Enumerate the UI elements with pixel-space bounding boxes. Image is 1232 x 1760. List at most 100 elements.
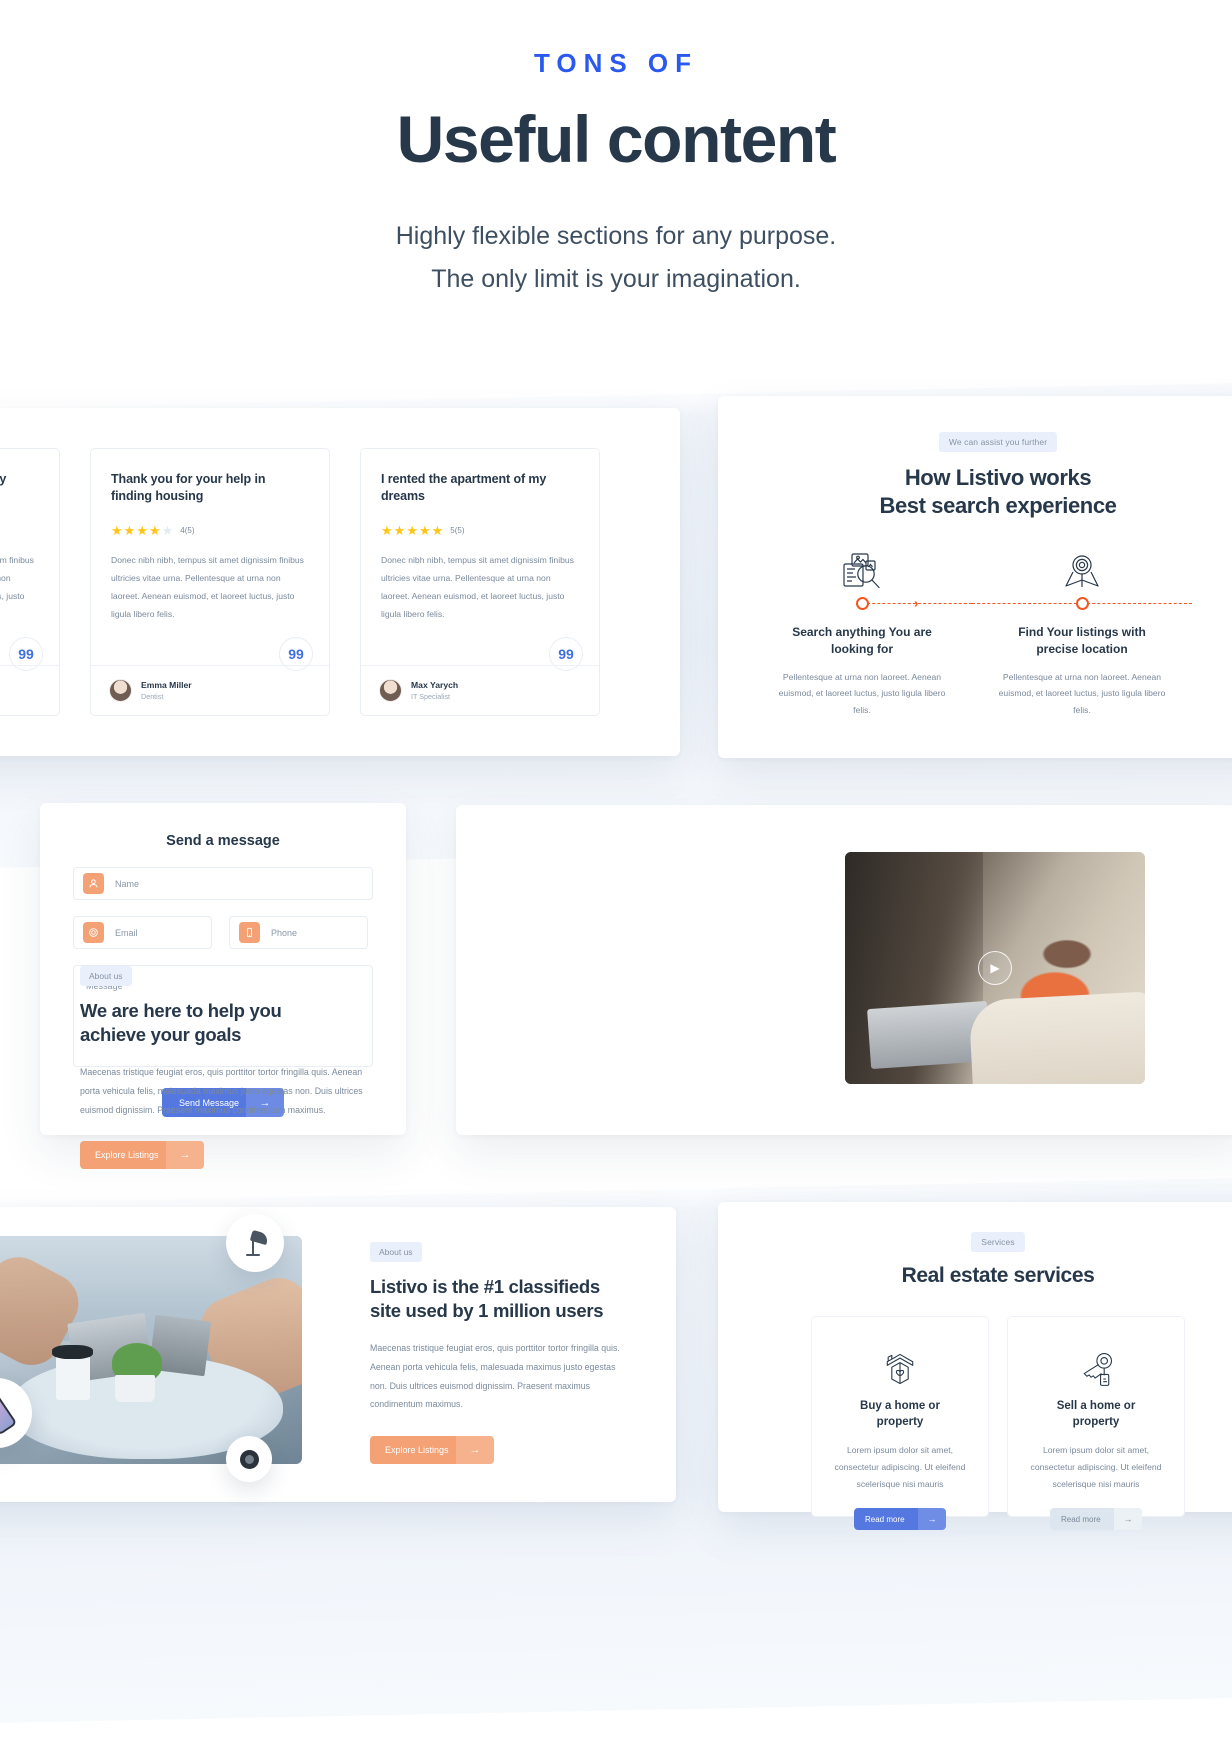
- bottom-left-heading-line-2: site used by 1 million users: [370, 1299, 604, 1321]
- photo-plant-pot: [114, 1375, 156, 1403]
- office-photo-collage: [0, 1214, 302, 1482]
- author-role: IT Specialist: [411, 692, 451, 701]
- how-it-works-title-line-2: Best search experience: [879, 493, 1117, 519]
- star-icon: ★: [111, 522, 123, 538]
- keys-icon: [1022, 1347, 1170, 1391]
- read-more-button[interactable]: Read more →: [1050, 1508, 1142, 1531]
- services-chip: Services: [971, 1232, 1025, 1252]
- how-it-works-panel: We can assist you further How Listivo wo…: [718, 396, 1232, 758]
- service-text: Lorem ipsum dolor sit amet, consectetur …: [1030, 1445, 1162, 1489]
- lamp-icon: [242, 1229, 270, 1256]
- step-title-line-2: looking for: [831, 641, 893, 656]
- arrow-right-icon: →: [918, 1508, 946, 1531]
- testimonial-body: Donec nibh nibh, tempus sit amet digniss…: [0, 554, 34, 601]
- play-icon[interactable]: ▶: [978, 951, 1012, 985]
- explore-listings-button[interactable]: Explore Listings →: [80, 1141, 204, 1170]
- author-name: Emma Miller: [141, 680, 192, 690]
- about-paragraph: Maecenas tristique feugiat eros, quis po…: [80, 1067, 363, 1115]
- testimonial-body: Donec nibh nibh, tempus sit amet digniss…: [381, 554, 574, 619]
- step-title-line-2: precise location: [1036, 641, 1128, 656]
- rating-value: 5(5): [450, 525, 465, 535]
- hero-section: TONS OF Useful content Highly flexible s…: [0, 0, 1232, 380]
- how-it-works-title-line-1: How Listivo works: [904, 465, 1092, 490]
- how-it-works-steps: › Search anything You are looking for Pe…: [752, 546, 1232, 719]
- explore-listings-label: Explore Listings: [385, 1444, 449, 1455]
- testimonial-author-row: Max Yarych IT Specialist: [0, 665, 59, 715]
- services-card-list: Buy a home or property Lorem ipsum dolor…: [748, 1316, 1232, 1531]
- services-title: Real estate services: [901, 1264, 1095, 1287]
- testimonial-author-row: Max Yarych IT Specialist: [361, 665, 599, 715]
- star-icon: ★: [136, 522, 148, 538]
- how-it-works-chip: We can assist you further: [938, 432, 1058, 452]
- author-role: Dentist: [141, 692, 164, 701]
- phone-placeholder: Phone: [271, 927, 298, 938]
- author-name: Max Yarych: [411, 680, 459, 690]
- star-icon: ★: [406, 522, 418, 538]
- services-panel: Services Real estate services Buy a home…: [718, 1202, 1232, 1531]
- step-title-line-1: Search anything You are: [792, 625, 932, 640]
- video-sofa-shape: [968, 991, 1145, 1084]
- email-icon: [83, 922, 104, 943]
- step-dot-icon: [1075, 596, 1089, 610]
- lamp-bubble[interactable]: [226, 1214, 284, 1272]
- phone-icon: [239, 922, 260, 943]
- service-title-line-2: property: [876, 1415, 924, 1428]
- star-icon: ★: [381, 522, 393, 538]
- service-title-line-1: Buy a home or: [860, 1400, 940, 1412]
- testimonial-card[interactable]: I rented the apartment of my dreams ★ ★ …: [360, 448, 600, 716]
- close-icon[interactable]: ×: [38, 1222, 47, 1240]
- star-icon: ★: [123, 522, 136, 538]
- testimonial-title: Thank you for your help in finding housi…: [111, 472, 266, 504]
- camera-bubble[interactable]: [226, 1436, 272, 1482]
- bottom-left-heading-line-1: Listivo is the #1 classifieds: [370, 1276, 600, 1297]
- service-title-line-1: Sell a home or: [1056, 1400, 1136, 1412]
- bottom-left-text: About us Listivo is the #1 classifieds s…: [370, 1242, 632, 1464]
- email-field[interactable]: Email: [73, 916, 212, 949]
- about-panel-text: About us We are here to help you achieve…: [80, 966, 380, 1170]
- map-pin-icon: [972, 546, 1192, 592]
- name-field[interactable]: Name: [73, 867, 373, 900]
- bottom-left-paragraph: Maecenas tristique feugiat eros, quis po…: [370, 1343, 620, 1410]
- avatar: [379, 679, 402, 702]
- testimonial-card[interactable]: Thank you for your help in finding housi…: [90, 448, 330, 716]
- read-more-label: Read more: [865, 1514, 905, 1524]
- chevron-right-icon: ›: [914, 595, 919, 611]
- email-placeholder: Email: [115, 927, 138, 938]
- contact-form-title: Send a message: [166, 833, 280, 849]
- hero-subtitle-line-2: The only limit is your imagination.: [431, 265, 801, 293]
- rating-stars: ★ ★ ★ ★ ★ 5(5): [0, 524, 39, 537]
- about-heading-line-1: We are here to help you: [80, 1000, 282, 1021]
- star-icon: ★: [148, 522, 161, 538]
- testimonial-card[interactable]: I rented the apartment of my dreams ★ ★ …: [0, 448, 60, 716]
- about-chip: About us: [80, 966, 132, 986]
- star-icon: ★: [418, 522, 431, 538]
- testimonial-card-list: I rented the apartment of my dreams ★ ★ …: [0, 448, 600, 716]
- about-chip: About us: [370, 1242, 422, 1262]
- explore-listings-button[interactable]: Explore Listings →: [370, 1435, 494, 1464]
- step-title-line-1: Find Your listings with: [1018, 625, 1146, 640]
- photo-coffee-cup: [55, 1354, 90, 1401]
- step-text: Pellentesque at urna non laoreet. Aenean…: [998, 671, 1166, 716]
- smartphone-icon: [0, 1390, 18, 1436]
- photo-cup-lid: [52, 1345, 93, 1360]
- service-title-line-2: property: [1072, 1415, 1120, 1428]
- rating-stars: ★ ★ ★ ★ ★ 5(5): [381, 524, 579, 537]
- user-icon: [83, 873, 104, 894]
- star-icon: ★: [431, 522, 444, 538]
- arrow-right-icon: →: [456, 1435, 494, 1464]
- explore-listings-label: Explore Listings: [95, 1150, 159, 1161]
- about-video-thumbnail[interactable]: ▶: [845, 852, 1145, 1084]
- avatar: [109, 679, 132, 702]
- search-listings-icon: [752, 546, 972, 592]
- read-more-button[interactable]: Read more →: [854, 1508, 946, 1531]
- phone-field[interactable]: Phone: [229, 916, 368, 949]
- service-text: Lorem ipsum dolor sit amet, consectetur …: [834, 1445, 966, 1489]
- step-text: Pellentesque at urna non laoreet. Aenean…: [778, 671, 946, 716]
- testimonial-body: Donec nibh nibh, tempus sit amet digniss…: [111, 554, 304, 619]
- service-card[interactable]: Buy a home or property Lorem ipsum dolor…: [811, 1316, 989, 1531]
- how-it-works-step: Find Your listings with precise location…: [972, 546, 1192, 719]
- page-root: TONS OF Useful content Highly flexible s…: [0, 0, 1232, 1760]
- service-card[interactable]: Sell a home or property Lorem ipsum dolo…: [1007, 1316, 1185, 1531]
- house-isometric-icon: [826, 1347, 974, 1391]
- hero-subtitle-line-1: Highly flexible sections for any purpose…: [395, 222, 837, 250]
